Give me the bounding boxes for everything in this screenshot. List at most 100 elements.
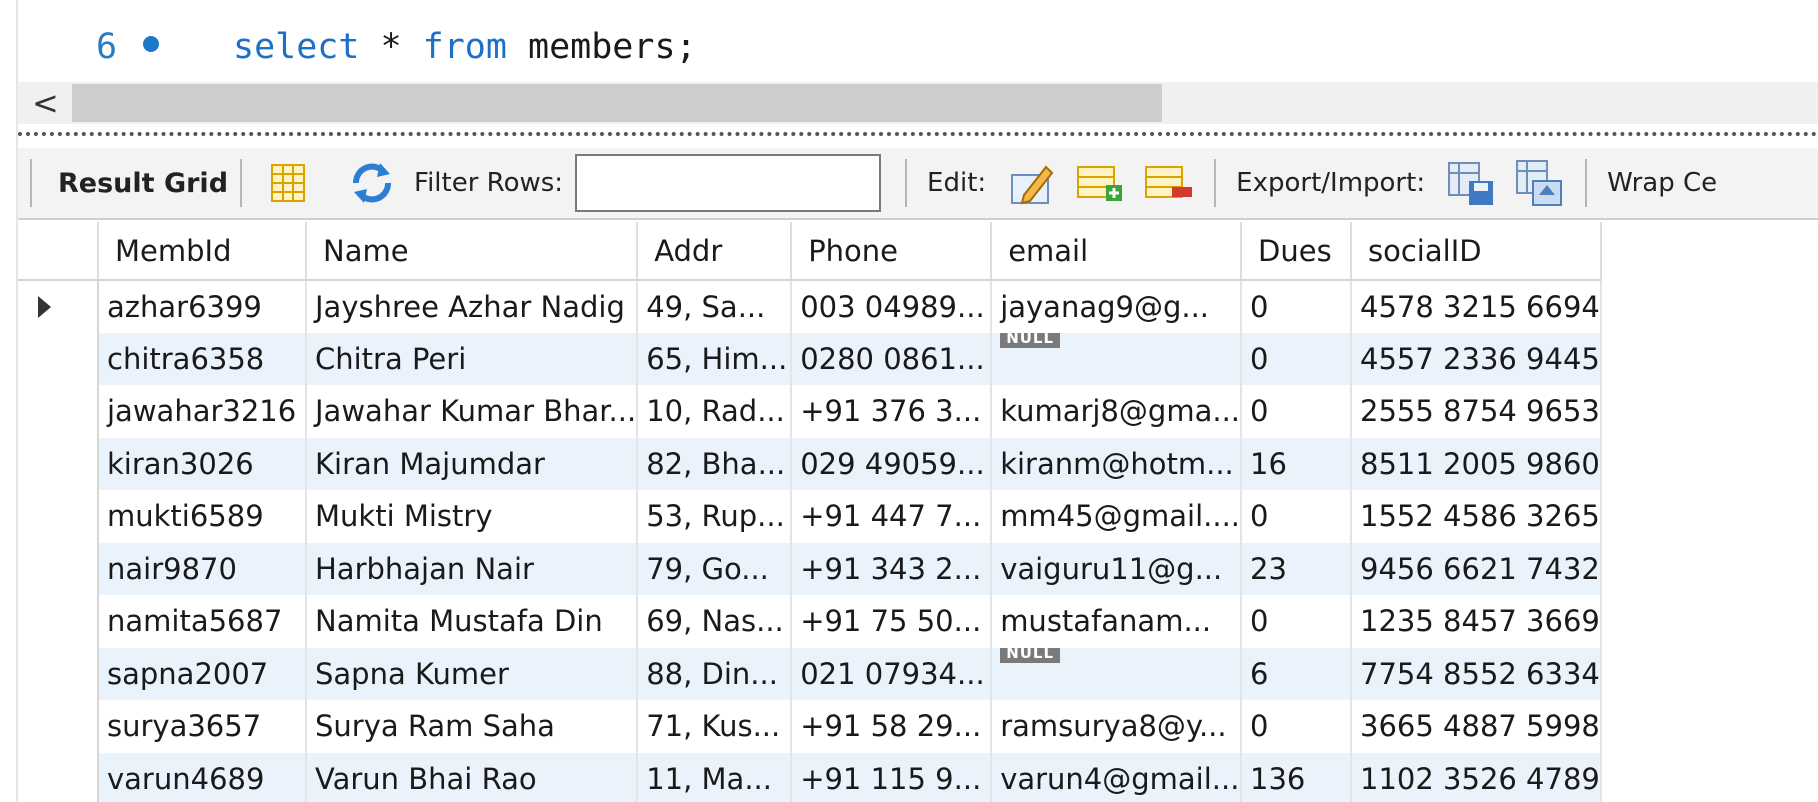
table-cell[interactable]: Jawahar Kumar Bhar... — [306, 385, 639, 438]
row-selector[interactable] — [18, 647, 99, 700]
table-cell[interactable]: +91 447 7... — [791, 490, 993, 543]
table-cell[interactable]: 4578 3215 6694 — [1351, 280, 1603, 333]
table-cell[interactable]: varun4@gmail... — [991, 752, 1243, 802]
row-selector[interactable] — [18, 437, 99, 490]
add-row-icon[interactable] — [1074, 157, 1126, 209]
column-header[interactable]: Dues — [1241, 222, 1353, 281]
row-selector[interactable] — [18, 752, 99, 802]
table-cell[interactable]: +91 376 3... — [791, 385, 993, 438]
row-selector[interactable] — [18, 332, 99, 385]
table-cell[interactable]: 10, Rad... — [637, 385, 793, 438]
table-cell[interactable]: vaiguru11@g... — [991, 542, 1243, 595]
table-cell[interactable]: ramsurya8@y... — [991, 700, 1243, 753]
table-cell[interactable]: Surya Ram Saha — [306, 700, 639, 753]
table-row[interactable]: varun4689 Varun Bhai Rao 11, Ma... +91 115 … — [18, 752, 1603, 802]
table-cell[interactable]: 021 07934... — [791, 647, 993, 700]
table-row[interactable]: kiran3026 Kiran Majumdar 82, Bha... 029 490… — [18, 437, 1603, 490]
table-cell-null[interactable]: NULL — [991, 332, 1243, 385]
row-selector[interactable] — [18, 490, 99, 543]
table-cell[interactable]: 003 04989... — [791, 280, 993, 333]
table-cell[interactable]: 9456 6621 7432 — [1351, 542, 1603, 595]
table-cell[interactable]: 65, Him... — [637, 332, 793, 385]
table-cell[interactable]: sapna2007 — [98, 647, 307, 700]
table-row[interactable]: surya3657 Surya Ram Saha 71, Kus... +91 58 … — [18, 700, 1603, 753]
table-cell[interactable]: 79, Go... — [637, 542, 793, 595]
table-cell[interactable]: varun4689 — [98, 752, 307, 802]
table-cell[interactable]: 53, Rup... — [637, 490, 793, 543]
table-cell[interactable]: 3665 4887 5998 — [1351, 700, 1603, 753]
edit-pencil-icon[interactable] — [1006, 157, 1058, 209]
table-cell[interactable]: Namita Mustafa Din — [306, 595, 639, 648]
scroll-left-arrow-icon[interactable]: < — [32, 84, 59, 122]
table-cell[interactable]: Sapna Kumer — [306, 647, 639, 700]
column-header[interactable]: socialID — [1351, 222, 1603, 281]
table-cell[interactable]: mustafanam... — [991, 595, 1243, 648]
table-cell[interactable]: chitra6358 — [98, 332, 307, 385]
table-cell[interactable]: 029 49059... — [791, 437, 993, 490]
column-header[interactable]: Phone — [791, 222, 993, 281]
table-cell-null[interactable]: NULL — [991, 647, 1243, 700]
table-cell[interactable]: 88, Din... — [637, 647, 793, 700]
table-cell[interactable]: +91 75 50... — [791, 595, 993, 648]
table-cell[interactable]: 4557 2336 9445 — [1351, 332, 1603, 385]
sql-statement[interactable]: select * from members; — [233, 27, 697, 67]
table-cell[interactable]: 0 — [1241, 700, 1353, 753]
table-cell[interactable]: 0 — [1241, 280, 1353, 333]
table-row[interactable]: sapna2007 Sapna Kumer 88, Din... 021 07934.… — [18, 647, 1603, 700]
table-cell[interactable]: kiran3026 — [98, 437, 307, 490]
table-cell[interactable]: 0 — [1241, 595, 1353, 648]
row-selector[interactable] — [18, 542, 99, 595]
table-cell[interactable]: 7754 8552 6334 — [1351, 647, 1603, 700]
refresh-icon[interactable] — [346, 157, 398, 209]
row-selector[interactable] — [18, 385, 99, 438]
table-cell[interactable]: mm45@gmail.... — [991, 490, 1243, 543]
table-cell[interactable]: 71, Kus... — [637, 700, 793, 753]
table-cell[interactable]: 8511 2005 9860 — [1351, 437, 1603, 490]
table-cell[interactable]: azhar6399 — [98, 280, 307, 333]
table-cell[interactable]: Chitra Peri — [306, 332, 639, 385]
table-row[interactable]: chitra6358 Chitra Peri 65, Him... 0280 0861… — [18, 332, 1603, 385]
table-cell[interactable]: 0280 0861... — [791, 332, 993, 385]
table-row[interactable]: nair9870 Harbhajan Nair 79, Go... +91 343 2… — [18, 542, 1603, 595]
table-cell[interactable]: 1102 3526 4789 — [1351, 752, 1603, 802]
table-cell[interactable]: Harbhajan Nair — [306, 542, 639, 595]
table-cell[interactable]: jayanag9@g... — [991, 280, 1243, 333]
table-cell[interactable]: 1552 4586 3265 — [1351, 490, 1603, 543]
table-cell[interactable]: Mukti Mistry — [306, 490, 639, 543]
table-cell[interactable]: 49, Sa... — [637, 280, 793, 333]
result-grid[interactable]: MembId Name Addr Phone email Dues social… — [18, 222, 1818, 802]
table-cell[interactable]: 6 — [1241, 647, 1353, 700]
table-cell[interactable]: 0 — [1241, 490, 1353, 543]
column-header[interactable]: Addr — [637, 222, 793, 281]
table-cell[interactable]: nair9870 — [98, 542, 307, 595]
table-cell[interactable]: 0 — [1241, 385, 1353, 438]
table-row[interactable]: jawahar3216 Jawahar Kumar Bhar... 10, Rad.… — [18, 385, 1603, 438]
column-header[interactable]: Name — [306, 222, 639, 281]
table-cell[interactable]: +91 58 29... — [791, 700, 993, 753]
table-cell[interactable]: namita5687 — [98, 595, 307, 648]
row-selector[interactable] — [18, 280, 99, 333]
delete-row-icon[interactable] — [1142, 157, 1194, 209]
table-cell[interactable]: 136 — [1241, 752, 1353, 802]
table-row[interactable]: namita5687 Namita Mustafa Din 69, Nas... +9… — [18, 595, 1603, 648]
column-header[interactable]: email — [991, 222, 1243, 281]
table-cell[interactable]: 82, Bha... — [637, 437, 793, 490]
table-row[interactable]: azhar6399 Jayshree Azhar Nadig 49, Sa... 00… — [18, 280, 1603, 333]
table-row[interactable]: mukti6589 Mukti Mistry 53, Rup... +91 447 7… — [18, 490, 1603, 543]
table-cell[interactable]: kiranm@hotm... — [991, 437, 1243, 490]
table-cell[interactable]: 0 — [1241, 332, 1353, 385]
table-cell[interactable]: 2555 8754 9653 — [1351, 385, 1603, 438]
panel-splitter[interactable] — [18, 132, 1818, 136]
row-selector[interactable] — [18, 595, 99, 648]
table-cell[interactable]: kumarj8@gma... — [991, 385, 1243, 438]
table-cell[interactable]: Varun Bhai Rao — [306, 752, 639, 802]
row-selector[interactable] — [18, 700, 99, 753]
table-cell[interactable]: 16 — [1241, 437, 1353, 490]
table-cell[interactable]: +91 343 2... — [791, 542, 993, 595]
editor-horizontal-scrollbar[interactable]: < — [18, 82, 1818, 124]
table-cell[interactable]: 23 — [1241, 542, 1353, 595]
table-cell[interactable]: mukti6589 — [98, 490, 307, 543]
table-cell[interactable]: 11, Ma... — [637, 752, 793, 802]
wrap-cell-content-label[interactable]: Wrap Ce — [1607, 168, 1717, 198]
table-cell[interactable]: +91 115 9... — [791, 752, 993, 802]
